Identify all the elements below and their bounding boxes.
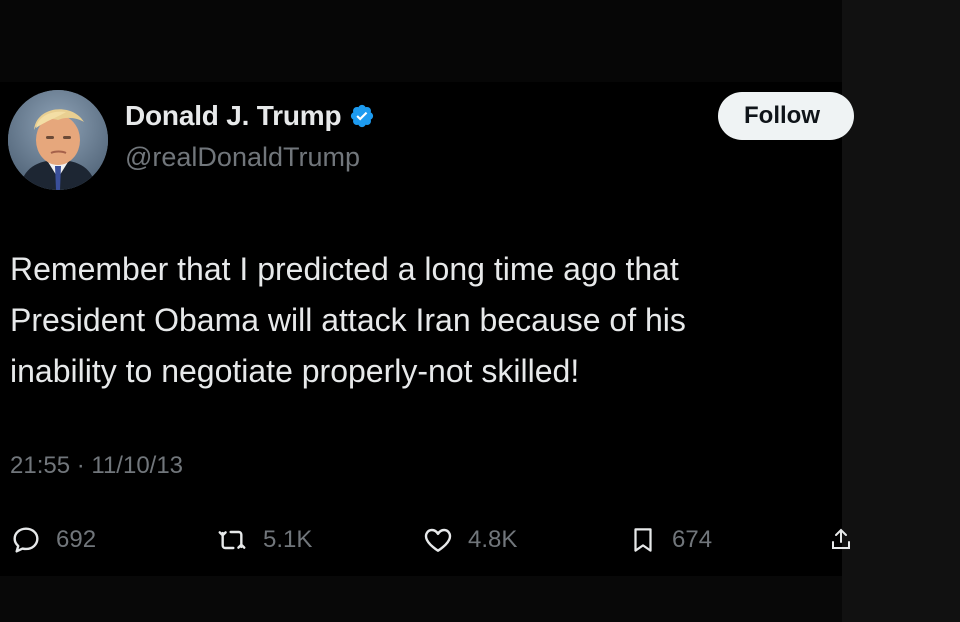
author-display-name[interactable]: Donald J. Trump — [125, 100, 342, 132]
bookmark-count: 674 — [672, 526, 713, 553]
right-letterbox — [842, 0, 960, 622]
follow-button[interactable]: Follow — [718, 92, 854, 140]
retweet-button[interactable]: 5.1K — [215, 520, 312, 560]
verified-badge-icon — [349, 103, 375, 129]
author-name-row: Donald J. Trump — [125, 100, 375, 132]
bottom-letterbox — [0, 576, 842, 622]
heart-icon — [424, 528, 452, 552]
share-icon — [832, 528, 850, 549]
author-handle[interactable]: @realDonaldTrump — [125, 142, 360, 173]
like-count: 4.8K — [468, 526, 518, 553]
tweet-actions: 692 5.1K 4.8K 674 — [10, 520, 850, 560]
bookmark-icon — [634, 528, 652, 552]
retweet-icon — [218, 530, 246, 550]
top-letterbox — [0, 0, 842, 82]
reply-icon — [13, 527, 39, 553]
tweet-timestamp[interactable]: 21:55 · 11/10/13 — [10, 452, 183, 480]
profile-photo-icon — [8, 90, 108, 190]
bookmark-button[interactable]: 674 — [628, 520, 712, 560]
reply-button[interactable]: 692 — [10, 520, 96, 560]
reply-count: 692 — [56, 526, 97, 553]
video-frame: Donald J. Trump @realDonaldTrump Follow … — [0, 0, 960, 622]
share-button[interactable] — [830, 528, 852, 559]
retweet-count: 5.1K — [263, 526, 313, 553]
avatar[interactable] — [8, 90, 108, 190]
like-button[interactable]: 4.8K — [422, 520, 517, 560]
tweet-card: Donald J. Trump @realDonaldTrump Follow … — [0, 82, 854, 576]
tweet-text: Remember that I predicted a long time ag… — [10, 251, 686, 389]
